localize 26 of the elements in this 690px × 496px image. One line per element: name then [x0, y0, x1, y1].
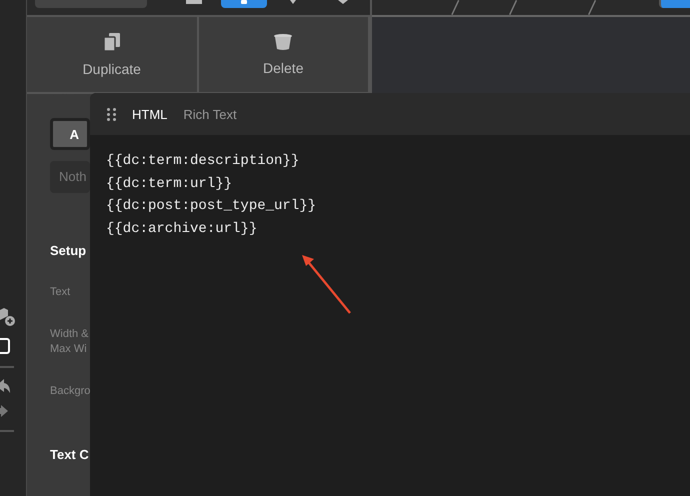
- toolbar-button[interactable]: [220, 0, 267, 8]
- code-line: {{dc:post:post_type_url}}: [106, 197, 318, 216]
- editor-tab[interactable]: HTML: [132, 106, 168, 122]
- code-line: {{dc:term:url}}: [106, 174, 234, 194]
- frame-icon[interactable]: [0, 338, 10, 354]
- trash-icon: [274, 34, 292, 50]
- section-title: Text C: [50, 447, 90, 462]
- section-title: Setup: [50, 243, 88, 258]
- panel-button[interactable]: A: [50, 118, 90, 150]
- action-button[interactable]: Delete: [198, 17, 370, 92]
- property-label: Width & Max Wi: [50, 327, 90, 357]
- code-line: {{dc:archive:url}}: [106, 220, 258, 238]
- arrow-icon: [302, 255, 352, 315]
- property-label: Text: [50, 285, 72, 300]
- pointer-icon: [240, 0, 247, 4]
- action-button[interactable]: Duplicate: [27, 17, 198, 92]
- undo-icon[interactable]: [0, 378, 10, 394]
- copy-icon: [104, 32, 120, 50]
- page-icon: [186, 0, 202, 4]
- toolbar-field[interactable]: [35, 0, 148, 8]
- input-field[interactable]: Noth: [50, 161, 90, 193]
- editor-tab[interactable]: Rich Text: [183, 106, 237, 122]
- code-line: {{dc:term:description}}: [106, 152, 300, 171]
- box-add-icon[interactable]: [0, 306, 16, 328]
- drag-handle-icon[interactable]: [107, 108, 116, 120]
- property-label: Backgro: [50, 384, 92, 399]
